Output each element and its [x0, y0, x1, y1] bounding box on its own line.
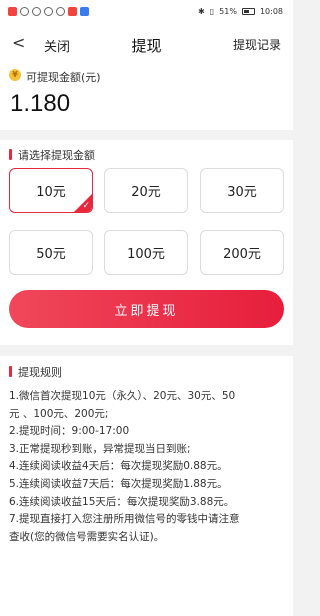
red-app-icon — [8, 7, 17, 16]
rule-line: 3.正常提现秒到账，异常提现当日到账; — [9, 442, 191, 455]
amount-option-label: 20元 — [131, 185, 161, 200]
balance-amount: 1.180 — [10, 90, 71, 117]
clock-time: 10:08 — [259, 7, 283, 16]
blue-app-icon — [80, 7, 89, 16]
amount-option-label: 200元 — [223, 247, 261, 262]
signal-icon — [20, 7, 29, 16]
vibrate-icon: ▯ — [209, 7, 215, 16]
nav-bar: < 关闭 提现 提现记录 — [0, 26, 293, 62]
eye-icon — [44, 7, 53, 16]
amount-option-100[interactable]: 100元 — [104, 230, 188, 275]
battery-percent: 51% — [219, 7, 237, 16]
rule-line: 5.连续阅读收益7天后：每次提现奖励1.88元。 — [9, 477, 228, 490]
rule-line: 查收(您的微信号需要实名认证)。 — [9, 530, 165, 543]
battery-icon — [241, 8, 255, 15]
rule-line: 4.连续阅读收益4天后：每次提现奖励0.88元。 — [9, 460, 228, 473]
amount-option-30[interactable]: 30元 — [200, 168, 284, 213]
rules-title: 提现规则 — [18, 366, 62, 379]
rule-line: 2.提现时间：9:00-17:00 — [9, 425, 130, 438]
amount-section-title: 请选择提现金额 — [18, 149, 95, 162]
coin-icon: ¥ — [9, 69, 21, 81]
rule-line: 6.连续阅读收益15天后：每次提现奖励3.88元。 — [9, 495, 235, 508]
amount-option-20[interactable]: 20元 — [104, 168, 188, 213]
wifi-icon — [32, 7, 41, 16]
target-icon — [56, 7, 65, 16]
amount-option-200[interactable]: 200元 — [200, 230, 284, 275]
checkmark-icon: ✓ — [82, 201, 90, 211]
rules-list: 1.微信首次提现10元（永久）、20元、30元、50 元 、100元、200元;… — [9, 388, 285, 546]
amount-option-label: 10元 — [36, 185, 66, 200]
chevron-left-icon[interactable]: < — [12, 34, 25, 52]
amount-option-10[interactable]: 10元 ✓ — [9, 168, 93, 213]
withdraw-button[interactable]: 立即提现 — [9, 290, 284, 328]
amount-option-50[interactable]: 50元 — [9, 230, 93, 275]
balance-label: 可提现金额(元) — [26, 71, 101, 84]
section-accent-bar — [9, 366, 12, 377]
close-button[interactable]: 关闭 — [44, 36, 70, 55]
amount-option-label: 50元 — [36, 247, 66, 262]
rules-panel: 提现规则 1.微信首次提现10元（永久）、20元、30元、50 元 、100元、… — [0, 356, 293, 616]
rule-line: 1.微信首次提现10元（永久）、20元、30元、50 — [9, 390, 236, 402]
status-left-icons — [8, 7, 89, 16]
amount-option-label: 100元 — [127, 247, 165, 262]
bluetooth-icon: ✱ — [198, 7, 205, 16]
status-right: ✱ ▯ 51% 10:08 — [198, 7, 283, 16]
rule-line: 7.提现直接打入您注册所用微信号的零钱中请注意 — [9, 513, 240, 526]
balance-section: ¥ 可提现金额(元) 1.180 — [0, 62, 293, 130]
status-bar: ✱ ▯ 51% 10:08 — [0, 0, 293, 26]
section-accent-bar — [9, 149, 12, 160]
withdraw-record-link[interactable]: 提现记录 — [233, 36, 281, 53]
rule-line: 元 、100元、200元; — [9, 407, 109, 420]
amount-option-label: 30元 — [227, 185, 257, 200]
red-app-icon-2 — [68, 7, 77, 16]
